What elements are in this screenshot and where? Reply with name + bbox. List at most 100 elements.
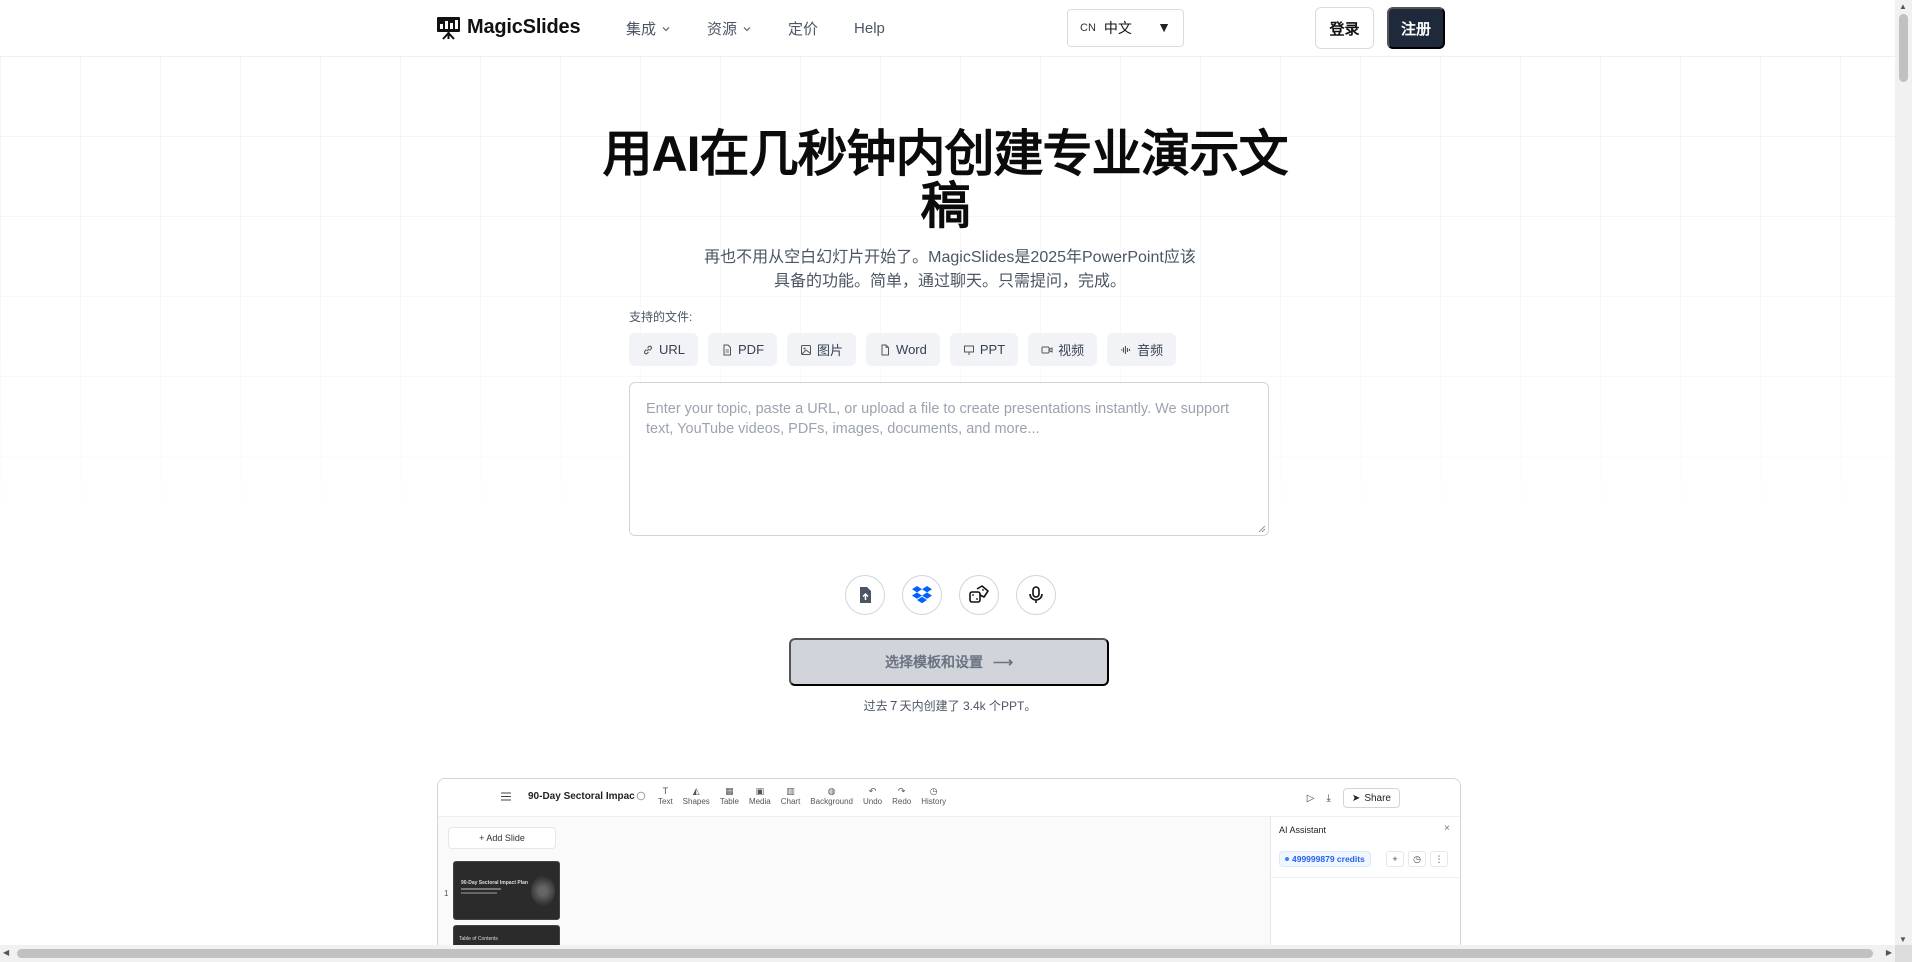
chip-url-label: URL [659, 342, 686, 357]
play-icon[interactable]: ▷ [1307, 793, 1315, 804]
hero-title-line1: 用AI在几秒钟内创建专业演示文 [602, 126, 1289, 182]
thumbnail-text-line [461, 892, 497, 894]
dropbox-button[interactable] [902, 575, 942, 615]
history-icon: ◷ [1413, 853, 1421, 864]
audio-icon [1121, 345, 1131, 354]
login-button[interactable]: 登录 [1315, 7, 1374, 49]
tool-redo[interactable]: ↷ Redo [892, 785, 911, 806]
presentation-icon [963, 345, 974, 355]
scroll-up-icon[interactable]: ▲ [1899, 2, 1907, 11]
arrow-right-icon: ⟶ [992, 653, 1014, 670]
slide-thumbnail-title: Table of Contents [459, 936, 498, 942]
topic-input-placeholder: Enter your topic, paste a URL, or upload… [646, 401, 1230, 437]
tool-shapes-label: Shapes [682, 797, 710, 806]
language-label: 中文 [1103, 20, 1132, 36]
scroll-down-icon[interactable]: ▼ [1899, 935, 1907, 944]
nav-resources[interactable]: 资源 [707, 18, 752, 39]
nav-help-label: Help [854, 20, 885, 37]
credits-badge: 499999879 credits [1279, 851, 1371, 867]
tool-text-label: Text [658, 797, 673, 806]
tool-background-label: Background [810, 797, 853, 806]
redo-icon: ↷ [897, 786, 906, 796]
slides-panel: + Add Slide 1 90-Day Sectoral Impact Pla… [438, 817, 560, 962]
scroll-left-icon[interactable]: ◀ [3, 948, 9, 957]
close-icon[interactable]: × [1444, 823, 1450, 834]
ai-assistant-panel: AI Assistant × 499999879 credits + ◷ ⋮ [1270, 817, 1460, 962]
choose-template-label: 选择模板和设置 [884, 654, 983, 670]
tool-chart[interactable]: ▥ Chart [781, 785, 801, 806]
brand-name: MagicSlides [467, 16, 581, 38]
chart-icon: ▥ [786, 786, 795, 796]
chip-audio[interactable]: 音频 [1107, 333, 1177, 366]
nav-integrations[interactable]: 集成 [626, 18, 671, 39]
resize-handle-icon[interactable] [1257, 524, 1266, 533]
tool-history[interactable]: ◷ History [921, 785, 946, 806]
text-icon: T [662, 786, 669, 796]
ai-assistant-title: AI Assistant [1279, 825, 1327, 835]
input-actions [845, 575, 1056, 615]
chip-url[interactable]: URL [629, 333, 699, 366]
main-nav: 集成 资源 定价 Help [626, 18, 921, 39]
hero-subtitle-line1: 再也不用从空白幻灯片开始了。MagicSlides是2025年PowerPoin… [704, 249, 1196, 266]
thumbnail-decoration [531, 876, 555, 906]
nav-pricing[interactable]: 定价 [788, 18, 818, 39]
chip-pdf[interactable]: PDF [708, 333, 778, 366]
chip-video-label: 视频 [1058, 343, 1085, 358]
horizontal-scrollbar[interactable]: ◀ ▶ [0, 945, 1895, 962]
cloud-icon [636, 791, 646, 801]
tool-shapes[interactable]: ◭ Shapes [683, 785, 710, 806]
tool-redo-label: Redo [892, 797, 912, 806]
video-icon [1041, 346, 1053, 353]
upload-file-button[interactable] [845, 575, 885, 615]
chevron-down-icon [743, 26, 751, 31]
slide-thumbnail-1[interactable]: 90-Day Sectoral Impact Plan [453, 861, 560, 920]
image-icon [801, 344, 812, 355]
more-options-button[interactable]: ⋮ [1430, 851, 1448, 867]
tool-undo-label: Undo [863, 797, 883, 806]
tool-table[interactable]: ▦ Table [720, 785, 739, 806]
tool-background[interactable]: ◍ Background [810, 785, 853, 806]
download-icon[interactable]: ⤓ [1327, 793, 1331, 804]
file-type-chips: URL PDF 图片 Word PPT 视频 音频 [629, 333, 1177, 366]
language-select[interactable]: CN 中文 ▼ [1067, 9, 1184, 47]
add-slide-button[interactable]: + Add Slide [448, 827, 556, 849]
signup-button[interactable]: 注册 [1387, 7, 1445, 49]
tool-undo[interactable]: ↶ Undo [863, 785, 882, 806]
chip-image[interactable]: 图片 [787, 333, 857, 366]
chip-video[interactable]: 视频 [1028, 333, 1098, 366]
dropbox-icon [912, 586, 932, 604]
brand-logo[interactable]: MagicSlides [436, 15, 581, 40]
editor-preview: 90-Day Sectoral Impac T Text ◭ Shapes ▦ Tab… [437, 778, 1461, 962]
menu-icon[interactable] [501, 792, 511, 801]
chevron-down-icon [662, 26, 670, 31]
presentation-title[interactable]: 90-Day Sectoral Impac [528, 791, 635, 802]
topic-input[interactable]: Enter your topic, paste a URL, or upload… [629, 382, 1269, 536]
share-button[interactable]: ➤ Share [1342, 788, 1400, 808]
new-chat-button[interactable]: + [1386, 851, 1404, 867]
slide-number: 1 [444, 889, 449, 898]
voice-input-button[interactable] [1016, 575, 1056, 615]
chat-history-button[interactable]: ◷ [1408, 851, 1426, 867]
random-topic-button[interactable] [959, 575, 999, 615]
top-navbar: MagicSlides 集成 资源 定价 Help CN 中文 ▼ 登录 注册 [0, 0, 1895, 57]
hero-subtitle-line2: 具备的功能。简单，通过聊天。只需提问，完成。 [773, 273, 1126, 290]
choose-template-button[interactable]: 选择模板和设置 ⟶ [789, 638, 1109, 686]
chip-audio-label: 音频 [1137, 343, 1164, 358]
slide-thumbnail-title: 90-Day Sectoral Impact Plan [461, 880, 528, 886]
chip-word-label: Word [896, 342, 927, 357]
tool-table-label: Table [719, 797, 739, 806]
history-icon: ◷ [929, 786, 938, 796]
vertical-scroll-thumb[interactable] [1899, 14, 1908, 82]
chip-word[interactable]: Word [866, 333, 940, 366]
tool-media[interactable]: ▣ Media [749, 785, 771, 806]
shapes-icon: ◭ [692, 786, 700, 796]
chip-ppt[interactable]: PPT [949, 333, 1019, 366]
nav-help[interactable]: Help [854, 18, 885, 39]
nav-resources-label: 资源 [707, 21, 738, 38]
tool-text[interactable]: T Text [658, 785, 673, 806]
hero-title: 用AI在几秒钟内创建专业演示文 稿 [600, 128, 1290, 232]
vertical-scrollbar[interactable]: ▲ ▼ [1895, 0, 1912, 962]
scroll-right-icon[interactable]: ▶ [1886, 948, 1892, 957]
media-icon: ▣ [755, 786, 765, 796]
horizontal-scroll-thumb[interactable] [17, 949, 1873, 958]
